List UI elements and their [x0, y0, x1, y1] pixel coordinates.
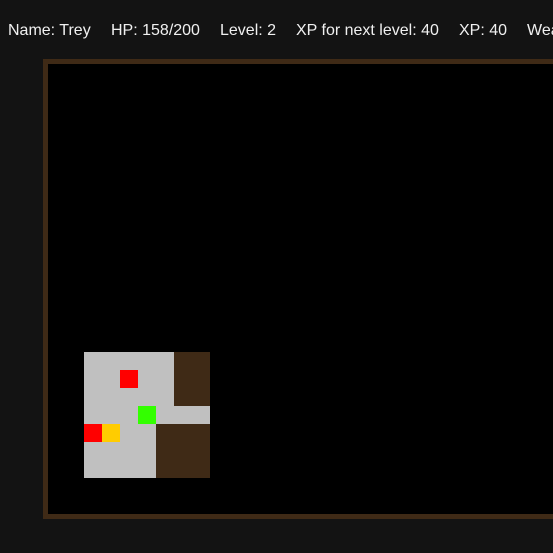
player-name: Name: Trey — [8, 22, 91, 39]
player-marker — [138, 406, 156, 424]
floor-tile — [156, 406, 210, 424]
xp-for-next-level: XP for next level: 40 — [296, 22, 439, 39]
enemy-marker — [84, 424, 102, 442]
player-xp: XP: 40 — [459, 22, 508, 39]
enemy-marker — [120, 370, 138, 388]
status-bar: Name: Trey HP: 158/200 Level: 2 XP for n… — [0, 0, 553, 60]
player-hp: HP: 158/200 — [111, 22, 200, 39]
wall-tile — [174, 352, 210, 406]
player-weapon: Wea — [527, 22, 553, 39]
game-board[interactable] — [43, 59, 553, 519]
wall-tile — [156, 424, 210, 478]
item-marker — [102, 424, 120, 442]
player-level: Level: 2 — [220, 22, 277, 39]
